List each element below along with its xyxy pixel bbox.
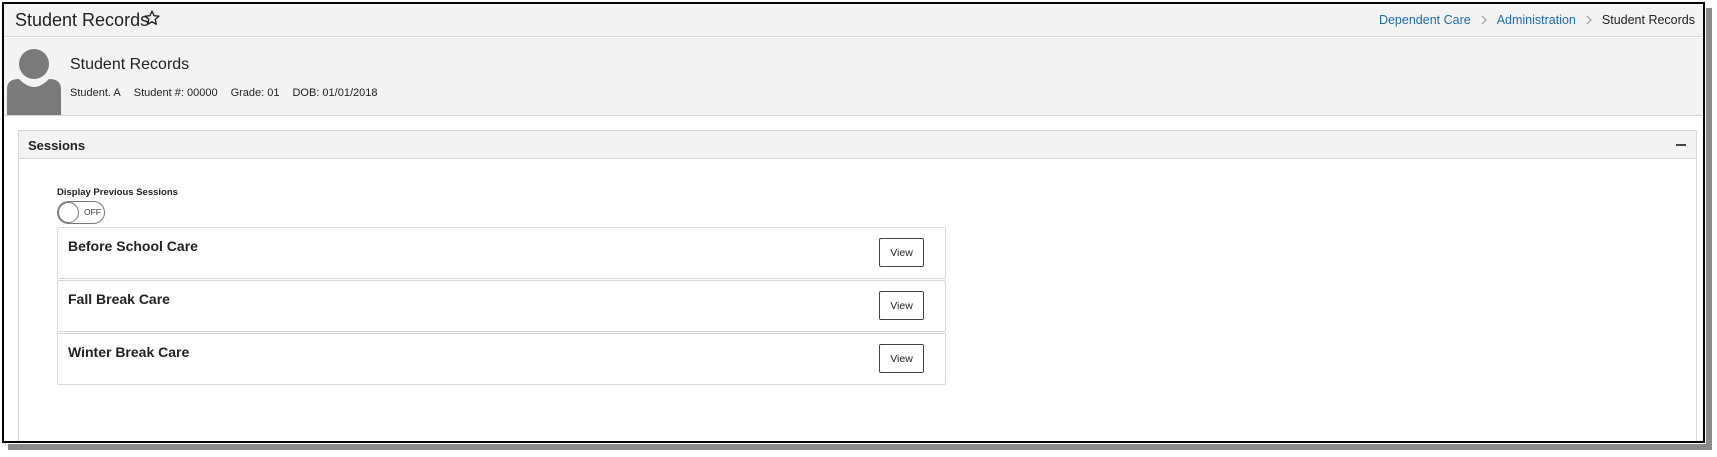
sessions-panel: Sessions Display Previous Sessions OFF B… (18, 130, 1697, 441)
sessions-panel-title: Sessions (28, 138, 86, 153)
session-card-before-school-care: Before School Care View (57, 227, 946, 279)
session-card-winter-break-care: Winter Break Care View (57, 333, 946, 385)
app-window: Student Records Dependent Care Administr… (2, 2, 1705, 443)
student-header: Student Records Student. A Student #: 00… (4, 38, 1703, 116)
favorite-star-icon[interactable] (143, 9, 161, 27)
toggle-state-text: OFF (84, 207, 101, 217)
student-grade: Grade: 01 (230, 87, 280, 99)
student-name: Student. A (70, 87, 121, 99)
student-header-title: Student Records (70, 56, 190, 73)
view-button[interactable]: View (879, 238, 924, 267)
breadcrumb-link-dependent-care[interactable]: Dependent Care (1379, 13, 1471, 27)
avatar-placeholder-icon (7, 47, 61, 115)
display-previous-sessions-label: Display Previous Sessions (57, 187, 178, 198)
session-card-fall-break-care: Fall Break Care View (57, 280, 946, 332)
chevron-right-icon (1481, 15, 1487, 25)
student-dob: DOB: 01/01/2018 (292, 87, 378, 99)
collapse-minus-icon[interactable] (1676, 144, 1686, 146)
student-details: Student. A Student #: 00000 Grade: 01 DO… (70, 87, 378, 99)
session-title: Winter Break Care (68, 344, 190, 360)
view-button[interactable]: View (879, 344, 924, 373)
breadcrumb: Dependent Care Administration Student Re… (1379, 13, 1695, 27)
student-number: Student #: 00000 (133, 87, 218, 99)
session-title: Before School Care (68, 238, 198, 254)
page-title: Student Records (15, 10, 150, 30)
view-button[interactable]: View (879, 291, 924, 320)
chevron-right-icon (1586, 15, 1592, 25)
window-shadow-right (1706, 8, 1712, 448)
sessions-panel-header: Sessions (19, 131, 1696, 159)
breadcrumb-current: Student Records (1601, 13, 1695, 27)
toggle-knob (58, 202, 79, 223)
breadcrumb-link-administration[interactable]: Administration (1497, 13, 1576, 27)
window-shadow-bottom (8, 444, 1712, 450)
top-header-bar: Student Records Dependent Care Administr… (4, 4, 1703, 37)
session-title: Fall Break Care (68, 291, 170, 307)
display-previous-sessions-toggle[interactable]: OFF (57, 201, 105, 224)
